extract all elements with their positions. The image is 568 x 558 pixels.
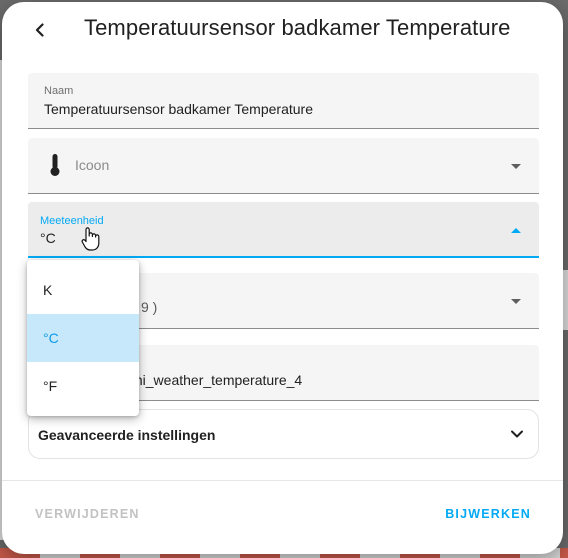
caret-down-icon[interactable] — [511, 299, 521, 304]
thermometer-icon — [50, 154, 60, 176]
caret-up-icon[interactable] — [511, 228, 521, 233]
advanced-settings-label: Geavanceerde instellingen — [38, 427, 216, 443]
unit-option-fahrenheit[interactable]: °F — [27, 362, 139, 410]
dialog-header: Temperatuursensor badkamer Temperature — [2, 2, 563, 58]
advanced-settings-expander[interactable]: Geavanceerde instellingen — [28, 409, 539, 459]
entity-id-value[interactable]: mi_weather_temperature_4 — [131, 372, 302, 388]
icon-picker-field[interactable]: Icoon — [28, 138, 539, 194]
dialog-title: Temperatuursensor badkamer Temperature — [84, 15, 511, 40]
footer-divider — [2, 480, 563, 481]
unit-option-k[interactable]: K — [27, 266, 139, 314]
name-field[interactable]: Naam Temperatuursensor badkamer Temperat… — [28, 73, 539, 129]
back-button[interactable] — [26, 16, 54, 44]
update-button[interactable]: BIJWERKEN — [445, 507, 531, 521]
unit-option-celsius[interactable]: °C — [27, 314, 139, 362]
chevron-down-icon — [511, 430, 523, 438]
display-precision-value: 9 ) — [141, 299, 158, 315]
unit-options-menu: K °C °F — [27, 260, 139, 416]
delete-button[interactable]: VERWIJDEREN — [35, 507, 140, 521]
unit-field-value[interactable]: °C — [40, 230, 56, 246]
icon-field-placeholder: Icoon — [75, 157, 110, 173]
unit-select-field[interactable]: Meeteenheid °C — [28, 202, 539, 258]
hand-pointer-cursor — [81, 227, 100, 251]
name-field-label: Naam — [44, 85, 74, 97]
caret-down-icon[interactable] — [511, 164, 521, 169]
back-arrow-icon — [35, 23, 44, 37]
entity-settings-dialog: Temperatuursensor badkamer Temperature N… — [2, 2, 563, 554]
name-field-value[interactable]: Temperatuursensor badkamer Temperature — [44, 101, 313, 117]
